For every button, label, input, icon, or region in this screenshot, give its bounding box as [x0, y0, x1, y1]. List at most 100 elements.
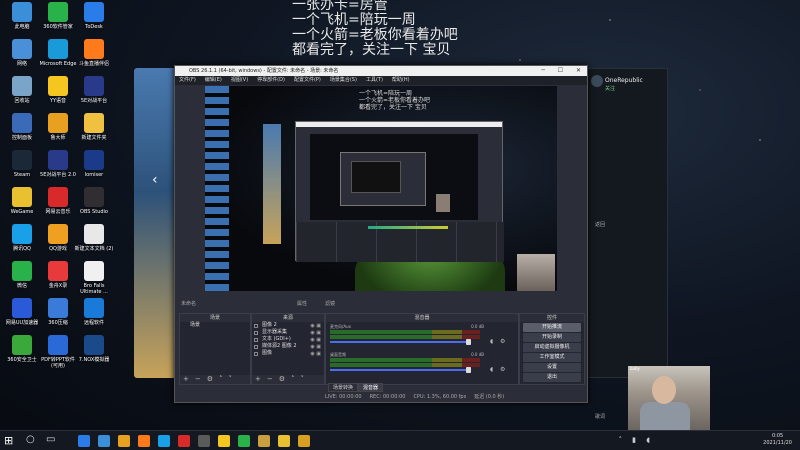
- desktop-icon[interactable]: Microsoft Edge: [38, 39, 78, 67]
- add-source-button[interactable]: +: [255, 375, 261, 383]
- desktop-icon[interactable]: 斗鱼直播伴侣: [74, 39, 114, 67]
- source-item[interactable]: 媒体源2 图像 2 ◉ ▣: [252, 343, 324, 350]
- eye-lock-icon[interactable]: ◉ ▣: [310, 351, 321, 358]
- desktop-icon[interactable]: 金舟X录: [38, 261, 78, 289]
- scene-item[interactable]: 场景: [180, 322, 250, 329]
- desktop-icon[interactable]: 网络: [2, 39, 42, 67]
- taskbar-app-icon[interactable]: [138, 435, 150, 447]
- source-checkbox[interactable]: [254, 345, 258, 349]
- source-item[interactable]: 文本 (GDI+) ◉ ▣: [252, 336, 324, 343]
- remove-scene-button[interactable]: −: [195, 375, 201, 383]
- desktop-icon[interactable]: Bro Falls Ultimate ...: [74, 261, 114, 295]
- menu-item[interactable]: 文件(F): [179, 77, 196, 83]
- mixer-settings-icon[interactable]: ⚙: [500, 366, 505, 373]
- desktop-icon[interactable]: 控制面板: [2, 113, 42, 141]
- desktop-icon[interactable]: 360压缩: [38, 298, 78, 326]
- volume-slider-knob[interactable]: [466, 367, 471, 373]
- desktop-icon[interactable]: Steam: [2, 150, 42, 178]
- minimize-icon[interactable]: ─: [541, 66, 545, 76]
- desktop-icon[interactable]: ToDesk: [74, 2, 114, 30]
- control-button[interactable]: 开始录制: [523, 333, 581, 342]
- desktop-icon[interactable]: WeGame: [2, 187, 42, 215]
- back-button[interactable]: 返回: [595, 221, 605, 228]
- network-icon[interactable]: ▮: [632, 436, 636, 444]
- desktop-icon[interactable]: QQ游戏: [38, 224, 78, 252]
- desktop-icon[interactable]: 360安全卫士: [2, 335, 42, 363]
- volume-slider[interactable]: [330, 341, 470, 343]
- taskbar-app-icon[interactable]: [78, 435, 90, 447]
- move-up-icon[interactable]: ˄: [291, 375, 295, 383]
- desktop-icon[interactable]: 新建文本文档 (2): [74, 224, 114, 252]
- desktop-icon[interactable]: 360软件管家: [38, 2, 78, 30]
- desktop-icon[interactable]: 此电脑: [2, 2, 42, 30]
- control-button[interactable]: 工作室模式: [523, 353, 581, 362]
- taskbar-app-icon[interactable]: [198, 435, 210, 447]
- taskbar-app-icon[interactable]: [258, 435, 270, 447]
- control-button[interactable]: 开始推流: [523, 323, 581, 332]
- desktop-icon[interactable]: 5E对战平台 2.0: [38, 150, 78, 178]
- taskbar-app-icon[interactable]: [218, 435, 230, 447]
- menu-item[interactable]: 停靠部件(D): [257, 77, 285, 83]
- menu-item[interactable]: 场景集合(S): [330, 77, 357, 83]
- taskbar-app-icon[interactable]: [158, 435, 170, 447]
- menu-item[interactable]: 视图(V): [231, 77, 248, 83]
- desktop-icon[interactable]: 5E对战平台: [74, 76, 114, 104]
- control-button[interactable]: 启动虚拟摄像机: [523, 343, 581, 352]
- source-checkbox[interactable]: [254, 331, 258, 335]
- remove-source-button[interactable]: −: [267, 375, 273, 383]
- desktop-icon[interactable]: OBS Studio: [74, 187, 114, 215]
- taskbar-app-icon[interactable]: [298, 435, 310, 447]
- control-button[interactable]: 设置: [523, 363, 581, 372]
- menu-item[interactable]: 工具(T): [366, 77, 383, 83]
- scene-settings-icon[interactable]: ⚙: [207, 375, 213, 383]
- volume-icon[interactable]: ◖: [646, 436, 650, 444]
- taskbar-app-icon[interactable]: [118, 435, 130, 447]
- menu-item[interactable]: 配置文件(P): [294, 77, 321, 83]
- desktop-icon[interactable]: 网易云音乐: [38, 187, 78, 215]
- task-view-icon[interactable]: ▭: [46, 434, 55, 445]
- desktop-icon[interactable]: PDF转PPT软件 (可用): [38, 335, 78, 369]
- filters-button[interactable]: 滤镜: [325, 299, 335, 309]
- desktop-icon[interactable]: 远程软件: [74, 298, 114, 326]
- source-checkbox[interactable]: [254, 352, 258, 356]
- lyrics-button[interactable]: 歌词: [595, 413, 605, 420]
- dock-tab[interactable]: 场景转换: [328, 383, 359, 392]
- desktop-icon[interactable]: 微信: [2, 261, 42, 289]
- obs-preview[interactable]: 一个飞机=陪玩一周 一个火箭=老板你看着办吧 都看完了，关注一下 宝贝: [205, 86, 557, 291]
- volume-slider-knob[interactable]: [466, 339, 471, 345]
- move-down-icon[interactable]: ˅: [301, 375, 305, 383]
- menu-item[interactable]: 编辑(E): [205, 77, 222, 83]
- source-checkbox[interactable]: [254, 338, 258, 342]
- control-button[interactable]: 退出: [523, 373, 581, 382]
- source-item[interactable]: 图像 2 ◉ ▣: [252, 322, 324, 329]
- desktop-icon[interactable]: lomiser: [74, 150, 114, 178]
- music-player-window[interactable]: OneRepublic 关注 返回 歌词 下载: [586, 68, 668, 444]
- taskbar-app-icon[interactable]: [278, 435, 290, 447]
- windows-start-icon[interactable]: ⊞: [4, 434, 13, 447]
- dock-tab[interactable]: 混音器: [358, 383, 384, 392]
- speaker-icon[interactable]: ◖: [490, 366, 493, 373]
- source-item[interactable]: 显示器采集 ◉ ▣: [252, 329, 324, 336]
- speaker-icon[interactable]: ◖: [490, 338, 493, 345]
- desktop-icon[interactable]: 腾讯QQ: [2, 224, 42, 252]
- source-item[interactable]: 图像 ◉ ▣: [252, 350, 324, 357]
- desktop-icon[interactable]: 回收站: [2, 76, 42, 104]
- taskbar-app-icon[interactable]: [238, 435, 250, 447]
- taskbar-app-icon[interactable]: [98, 435, 110, 447]
- desktop-icon[interactable]: 7.NOX模拟器: [74, 335, 114, 363]
- desktop-icon[interactable]: 新建文件夹: [74, 113, 114, 141]
- close-icon[interactable]: ✕: [576, 66, 581, 76]
- chevron-left-icon[interactable]: ‹: [152, 172, 158, 188]
- volume-slider[interactable]: [330, 369, 470, 371]
- desktop-icon[interactable]: 鲁大师: [38, 113, 78, 141]
- source-checkbox[interactable]: [254, 324, 258, 328]
- follow-label[interactable]: 关注: [605, 85, 615, 92]
- search-icon[interactable]: ○: [26, 434, 35, 445]
- mixer-settings-icon[interactable]: ⚙: [500, 338, 505, 345]
- add-scene-button[interactable]: +: [183, 375, 189, 383]
- move-up-icon[interactable]: ˄: [219, 375, 223, 383]
- source-settings-icon[interactable]: ⚙: [279, 375, 285, 383]
- clock[interactable]: 0:05 2021/11/20: [763, 433, 792, 447]
- desktop-icon[interactable]: 网易UU加速器: [2, 298, 42, 326]
- properties-button[interactable]: 属性: [297, 299, 307, 309]
